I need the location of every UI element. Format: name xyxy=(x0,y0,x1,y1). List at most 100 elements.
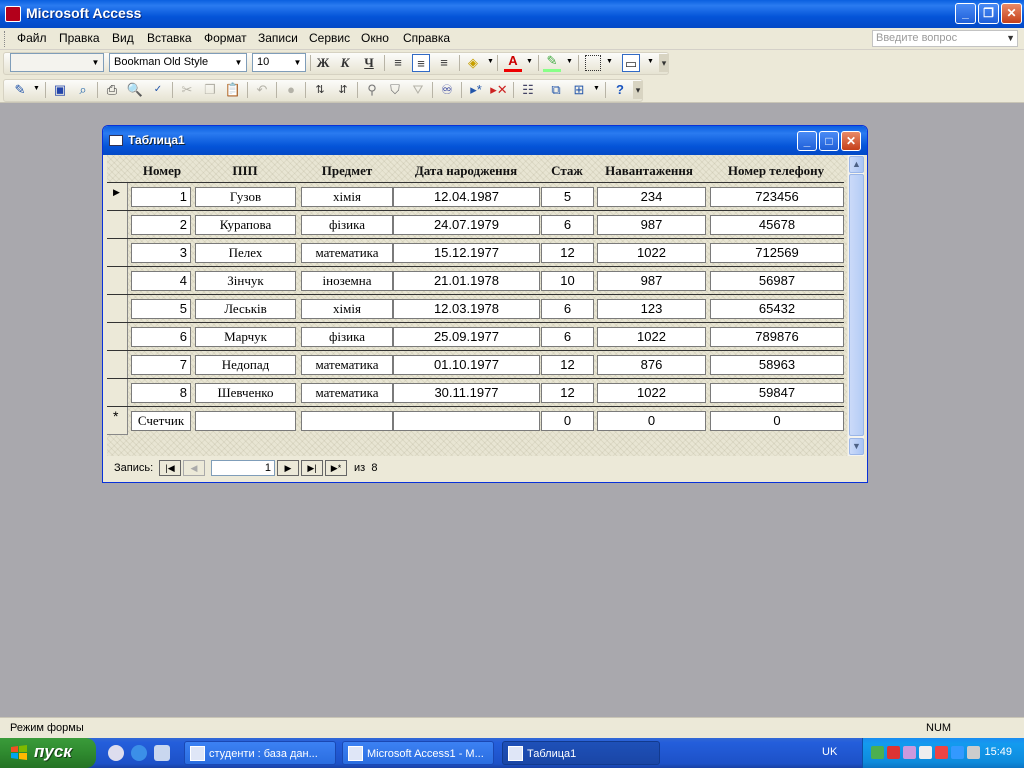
font-color-button[interactable]: A xyxy=(504,54,522,72)
form-maximize-button[interactable]: □ xyxy=(819,131,839,151)
field-stazh[interactable]: 0 xyxy=(541,411,594,431)
restore-button[interactable]: ❐ xyxy=(978,3,999,24)
field-birth-date[interactable] xyxy=(393,411,540,431)
menu-file[interactable]: Файл xyxy=(17,31,47,45)
field-phone[interactable]: 789876 xyxy=(710,327,844,347)
special-effect-icon[interactable]: ▭ xyxy=(622,54,640,72)
tray-app-icon[interactable] xyxy=(967,746,980,759)
chevron-down-icon[interactable]: ▼ xyxy=(526,58,533,65)
toolbar-options-icon[interactable]: ▾ xyxy=(633,81,643,99)
field-predmet[interactable]: фізика xyxy=(301,327,393,347)
field-phone[interactable]: 712569 xyxy=(710,243,844,263)
view-icon[interactable]: ✎ xyxy=(11,81,29,99)
task-students-db[interactable]: студенти : база дан... xyxy=(184,741,336,765)
chevron-down-icon[interactable]: ▼ xyxy=(566,58,573,65)
object-combo[interactable]: ▼ xyxy=(10,53,104,72)
field-nomer[interactable]: 8 xyxy=(131,383,191,403)
field-birth-date[interactable]: 01.10.1977 xyxy=(393,355,540,375)
chevron-down-icon[interactable]: ▼ xyxy=(487,58,494,65)
field-pip[interactable]: Леськів xyxy=(195,299,296,319)
field-stazh[interactable]: 6 xyxy=(541,327,594,347)
task-table1[interactable]: Таблица1 xyxy=(502,741,660,765)
vertical-scrollbar[interactable]: ▲ ▼ xyxy=(847,155,864,456)
find-icon[interactable]: ♾ xyxy=(438,81,456,99)
field-phone[interactable]: 56987 xyxy=(710,271,844,291)
previous-record-button[interactable]: ◀ xyxy=(183,460,205,476)
menu-records[interactable]: Записи xyxy=(258,31,298,45)
field-nomer[interactable]: 1 xyxy=(131,187,191,207)
field-phone[interactable]: 723456 xyxy=(710,187,844,207)
chevron-down-icon[interactable]: ▼ xyxy=(291,55,304,70)
menu-edit[interactable]: Правка xyxy=(59,31,100,45)
field-pip[interactable]: Марчук xyxy=(195,327,296,347)
new-record-icon[interactable]: ▸* xyxy=(467,81,485,99)
filter-by-form-icon[interactable]: ⛉ xyxy=(386,81,404,99)
print-preview-icon[interactable]: 🔍 xyxy=(126,81,144,99)
field-predmet[interactable]: іноземна xyxy=(301,271,393,291)
form-close-button[interactable]: ✕ xyxy=(841,131,861,151)
menu-view[interactable]: Вид xyxy=(112,31,134,45)
field-nomer[interactable]: 4 xyxy=(131,271,191,291)
underline-button[interactable]: Ч xyxy=(360,54,378,72)
field-stazh[interactable]: 12 xyxy=(541,243,594,263)
first-record-button[interactable]: |◀ xyxy=(159,460,181,476)
field-stazh[interactable]: 12 xyxy=(541,383,594,403)
tray-antivirus-icon[interactable] xyxy=(935,746,948,759)
show-desktop-icon[interactable] xyxy=(154,745,170,761)
field-load[interactable]: 1022 xyxy=(597,243,706,263)
tray-app-icon[interactable] xyxy=(951,746,964,759)
field-pip[interactable]: Шевченко xyxy=(195,383,296,403)
insert-hyperlink-icon[interactable]: ● xyxy=(282,81,300,99)
menu-grip[interactable] xyxy=(4,31,7,47)
field-stazh[interactable]: 10 xyxy=(541,271,594,291)
next-record-button[interactable]: ▶ xyxy=(277,460,299,476)
chevron-down-icon[interactable]: ▼ xyxy=(593,85,600,92)
record-selector[interactable] xyxy=(107,295,128,323)
field-birth-date[interactable]: 24.07.1979 xyxy=(393,215,540,235)
tray-volume-icon[interactable] xyxy=(919,746,932,759)
menu-tools[interactable]: Сервис xyxy=(309,31,350,45)
menu-format[interactable]: Формат xyxy=(204,31,247,45)
internet-explorer-icon[interactable] xyxy=(131,745,147,761)
field-load[interactable]: 987 xyxy=(597,215,706,235)
tray-network-icon[interactable] xyxy=(871,746,884,759)
language-indicator[interactable]: UK xyxy=(822,746,837,758)
access-app-icon[interactable] xyxy=(5,6,21,22)
record-selector[interactable] xyxy=(107,323,128,351)
delete-record-icon[interactable]: ▸✕ xyxy=(490,81,508,99)
properties-icon[interactable]: ☷ xyxy=(519,81,537,99)
chevron-down-icon[interactable]: ▼ xyxy=(33,85,40,92)
field-nomer[interactable]: 3 xyxy=(131,243,191,263)
toolbar-options-icon[interactable]: ▾ xyxy=(659,54,669,72)
field-stazh[interactable]: 5 xyxy=(541,187,594,207)
field-load[interactable]: 876 xyxy=(597,355,706,375)
align-left-icon[interactable]: ≡ xyxy=(389,54,407,72)
field-predmet[interactable]: математика xyxy=(301,383,393,403)
record-selector[interactable] xyxy=(107,239,128,267)
record-selector[interactable]: * xyxy=(107,407,128,435)
bold-button[interactable]: Ж xyxy=(314,54,332,72)
help-icon[interactable]: ? xyxy=(611,81,629,99)
line-color-icon[interactable]: ✎ xyxy=(543,54,561,72)
menu-insert[interactable]: Вставка xyxy=(147,31,192,45)
scroll-down-icon[interactable]: ▼ xyxy=(849,438,864,455)
field-predmet[interactable]: математика xyxy=(301,243,393,263)
field-predmet[interactable]: математика xyxy=(301,355,393,375)
field-pip[interactable]: Недопад xyxy=(195,355,296,375)
scroll-thumb[interactable] xyxy=(849,174,864,436)
task-access-form[interactable]: Microsoft Access1 - M... xyxy=(342,741,494,765)
help-question-input[interactable]: Введите вопрос ▼ xyxy=(872,30,1018,47)
field-nomer[interactable]: 2 xyxy=(131,215,191,235)
sort-ascending-icon[interactable]: ⇅ xyxy=(311,81,329,99)
new-object-icon[interactable]: ⊞ xyxy=(570,81,588,99)
field-birth-date[interactable]: 12.03.1978 xyxy=(393,299,540,319)
border-width-icon[interactable] xyxy=(585,55,601,71)
field-pip[interactable] xyxy=(195,411,296,431)
field-load[interactable]: 987 xyxy=(597,271,706,291)
field-birth-date[interactable]: 25.09.1977 xyxy=(393,327,540,347)
field-phone[interactable]: 0 xyxy=(710,411,844,431)
form-title-bar[interactable]: Таблица1 _ □ ✕ xyxy=(103,126,867,155)
record-selector[interactable] xyxy=(107,379,128,407)
field-nomer[interactable]: 5 xyxy=(131,299,191,319)
field-nomer[interactable]: 7 xyxy=(131,355,191,375)
